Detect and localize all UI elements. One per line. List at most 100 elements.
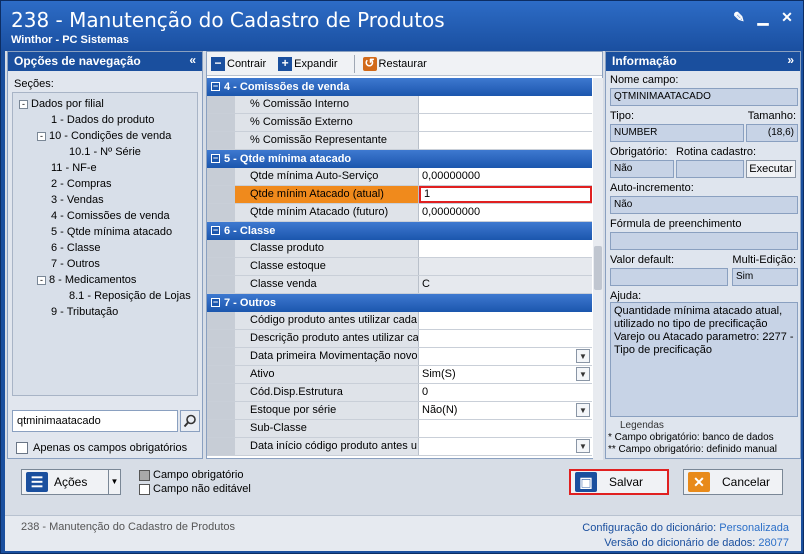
property-value[interactable] xyxy=(419,240,592,257)
property-row[interactable]: Descrição produto antes utilizar ca xyxy=(207,330,592,348)
tree-item[interactable]: 6 - Classe xyxy=(13,240,197,256)
property-value[interactable]: ▼ xyxy=(419,438,592,455)
field-name-value: QTMINIMAATACADO xyxy=(610,88,798,106)
tree-item[interactable]: 11 - NF-e xyxy=(13,160,197,176)
property-value[interactable]: Sim(S) ▼ xyxy=(419,366,592,383)
collapse-toggle-icon[interactable]: − xyxy=(211,154,220,163)
restore-icon: ↺ xyxy=(362,55,377,71)
property-value-text: 0 xyxy=(422,386,429,398)
property-row[interactable]: Classe venda C xyxy=(207,276,592,294)
window-title: 238 - Manutenção do Cadastro de Produtos xyxy=(11,8,445,32)
info-title: Informação xyxy=(612,54,677,68)
chevron-down-icon[interactable]: ▼ xyxy=(576,403,590,417)
collapse-toggle-icon[interactable]: − xyxy=(211,226,220,235)
execute-button[interactable]: Executar xyxy=(746,160,796,178)
collapse-panel-icon[interactable]: « xyxy=(189,53,196,67)
property-name: Classe estoque xyxy=(235,258,419,275)
checkbox-box[interactable] xyxy=(16,442,28,454)
cancel-label: Cancelar xyxy=(722,475,771,489)
tree-item[interactable]: 5 - Qtde mínima atacado xyxy=(13,224,197,240)
property-value[interactable] xyxy=(419,420,592,437)
category-row[interactable]: −7 - Outros xyxy=(207,294,592,312)
collapse-toggle-icon[interactable]: - xyxy=(19,99,28,109)
property-value[interactable] xyxy=(419,96,592,113)
property-name: Código produto antes utilizar cada xyxy=(235,312,419,329)
tree-item[interactable]: 3 - Vendas xyxy=(13,192,197,208)
property-row[interactable]: Código produto antes utilizar cada xyxy=(207,312,592,330)
tree-item[interactable]: -8 - Medicamentos xyxy=(13,272,197,288)
property-value[interactable]: ▼ xyxy=(419,348,592,365)
tree-item[interactable]: 7 - Outros xyxy=(13,256,197,272)
chevron-down-icon[interactable]: ▼ xyxy=(576,367,590,381)
property-row[interactable]: Qtde mínim Atacado (atual) 1 xyxy=(207,186,592,204)
property-row[interactable]: % Comissão Representante xyxy=(207,132,592,150)
chevron-down-icon[interactable]: ▼ xyxy=(576,439,590,453)
grid-scrollbar[interactable] xyxy=(593,78,603,460)
collapse-toggle-icon[interactable]: - xyxy=(37,131,46,141)
chevron-down-icon[interactable]: ▼ xyxy=(576,349,590,363)
type-label: Tipo: xyxy=(610,110,635,122)
property-value[interactable]: 0,00000000 xyxy=(419,204,592,221)
collapse-toggle-icon[interactable]: - xyxy=(37,275,46,285)
tree-item[interactable]: -10 - Condições de venda xyxy=(13,128,197,144)
tree-item[interactable]: - Dados por filial xyxy=(13,96,197,112)
multi-edit-label: Multi-Edição: xyxy=(732,254,796,266)
property-row[interactable]: Qtde mínim Atacado (futuro) 0,00000000 xyxy=(207,204,592,222)
property-row[interactable]: Sub-Classe xyxy=(207,420,592,438)
property-name: Qtde mínim Atacado (atual) xyxy=(235,186,419,203)
collapse-toggle-icon[interactable]: − xyxy=(211,298,220,307)
tree-item[interactable]: 1 - Dados do produto xyxy=(13,112,197,128)
category-row[interactable]: −6 - Classe xyxy=(207,222,592,240)
property-value[interactable] xyxy=(419,312,592,329)
cancel-button[interactable]: ✕ Cancelar xyxy=(683,469,783,495)
property-name: Data início código produto antes u xyxy=(235,438,419,455)
property-row[interactable]: Qtde mínima Auto-Serviço 0,00000000 xyxy=(207,168,592,186)
property-row[interactable]: Data início código produto antes u ▼ xyxy=(207,438,592,456)
category-row[interactable]: −4 - Comissões de venda xyxy=(207,78,592,96)
client-area: Opções de navegação « Seções: - Dados por… xyxy=(5,51,801,551)
tree-item[interactable]: 10.1 - Nº Série xyxy=(13,144,197,160)
save-icon: ▣ xyxy=(575,472,597,492)
save-button[interactable]: ▣ Salvar xyxy=(569,469,669,495)
close-icon[interactable]: ✕ xyxy=(779,9,795,25)
expand-button[interactable]: + Expandir xyxy=(278,56,345,71)
property-value[interactable] xyxy=(419,114,592,131)
sections-tree[interactable]: - Dados por filial 1 - Dados do produto -10… xyxy=(12,92,198,396)
property-value[interactable] xyxy=(419,132,592,149)
actions-button[interactable]: ☰ Ações ▼ xyxy=(21,469,121,495)
edit-icon[interactable]: ✎ xyxy=(731,9,747,25)
property-row[interactable]: Cód.Disp.Estrutura 0 xyxy=(207,384,592,402)
main-window: 238 - Manutenção do Cadastro de Produtos… xyxy=(0,0,804,554)
row-gutter xyxy=(207,402,235,419)
property-value[interactable] xyxy=(419,330,592,347)
property-value-input[interactable]: 1 xyxy=(419,186,592,203)
category-row[interactable]: −5 - Qtde mínima atacado xyxy=(207,150,592,168)
scrollbar-thumb[interactable] xyxy=(594,246,602,290)
property-row[interactable]: Estoque por série Não(N) ▼ xyxy=(207,402,592,420)
tree-item-label: 8.1 - Reposição de Lojas xyxy=(69,290,191,302)
property-row[interactable]: Classe estoque xyxy=(207,258,592,276)
property-row[interactable]: % Comissão Externo xyxy=(207,114,592,132)
property-row[interactable]: Data primeira Movimentação novo ▼ xyxy=(207,348,592,366)
collapse-button[interactable]: − Contrair xyxy=(211,56,274,71)
restore-button[interactable]: ↺ Restaurar xyxy=(362,55,435,71)
property-value[interactable]: 0 xyxy=(419,384,592,401)
only-required-checkbox[interactable]: Apenas os campos obrigatórios xyxy=(16,442,187,454)
property-row[interactable]: Classe produto xyxy=(207,240,592,258)
minimize-icon[interactable]: ▁ xyxy=(755,9,771,25)
property-value[interactable]: Não(N) ▼ xyxy=(419,402,592,419)
tree-item[interactable]: 2 - Compras xyxy=(13,176,197,192)
property-row[interactable]: Ativo Sim(S) ▼ xyxy=(207,366,592,384)
search-button[interactable] xyxy=(180,410,200,432)
info-header: Informação » xyxy=(606,52,800,71)
chevron-down-icon[interactable]: ▼ xyxy=(108,470,120,494)
category-label: 7 - Outros xyxy=(224,297,276,309)
expand-panel-icon[interactable]: » xyxy=(787,53,794,67)
collapse-toggle-icon[interactable]: − xyxy=(211,82,220,91)
tree-item[interactable]: 8.1 - Reposição de Lojas xyxy=(13,288,197,304)
tree-item[interactable]: 9 - Tributação xyxy=(13,304,197,320)
property-value[interactable]: 0,00000000 xyxy=(419,168,592,185)
search-input[interactable] xyxy=(12,410,178,432)
property-row[interactable]: % Comissão Interno xyxy=(207,96,592,114)
tree-item[interactable]: 4 - Comissões de venda xyxy=(13,208,197,224)
